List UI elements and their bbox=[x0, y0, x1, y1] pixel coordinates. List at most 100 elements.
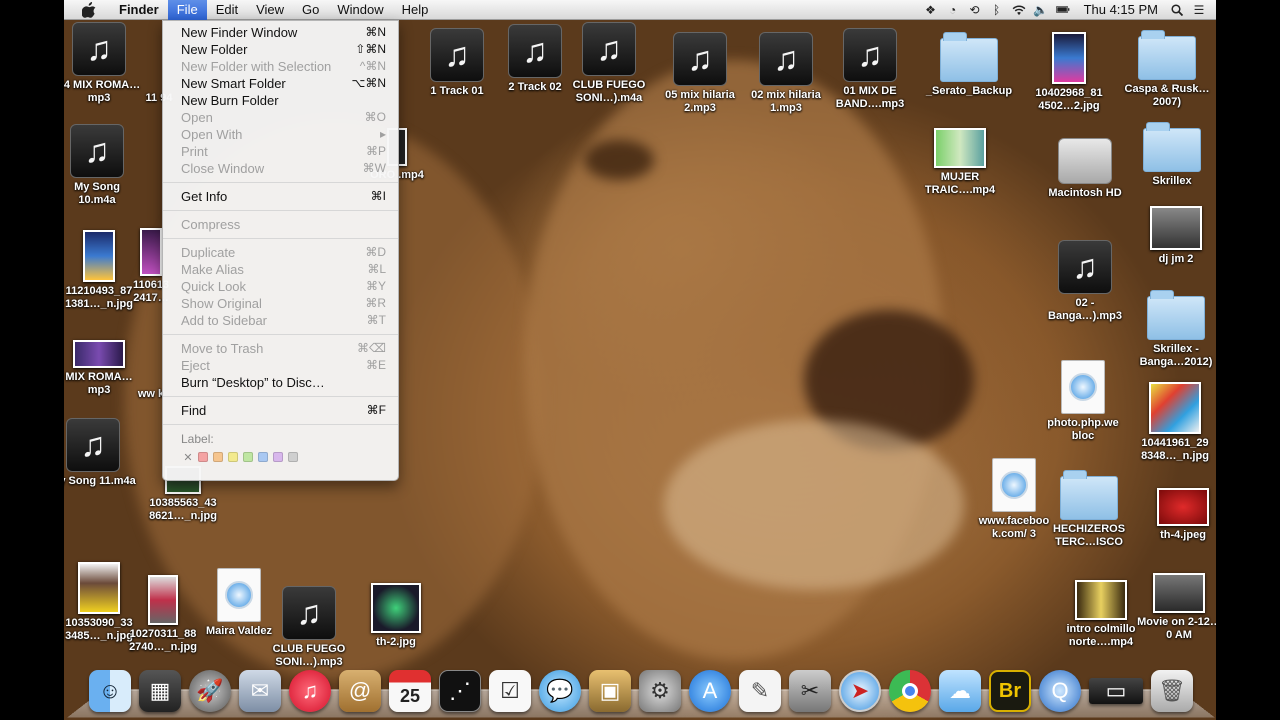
menu-go[interactable]: Go bbox=[293, 0, 328, 20]
label-swatch-red[interactable] bbox=[198, 452, 208, 462]
desktop-icon-label: 05 mix hilaria 2.mp3 bbox=[665, 89, 735, 114]
desktop-icon[interactable]: ♫ CLUB FUEGO SONI…).m4a bbox=[566, 22, 652, 105]
battery-icon[interactable] bbox=[1055, 3, 1070, 17]
desktop-icon[interactable]: Movie on 2-12…0 AM bbox=[1136, 573, 1216, 642]
menu-item-open: Open ⌘O bbox=[181, 110, 386, 125]
desktop-icon[interactable]: 10270311_88 2740…_n.jpg bbox=[120, 575, 206, 654]
reminders-icon[interactable]: ☑ bbox=[489, 670, 531, 712]
label-swatch-blue[interactable] bbox=[258, 452, 268, 462]
desktop-icon[interactable]: HECHIZEROS TERC…ISCO bbox=[1046, 468, 1132, 549]
desktop-icon[interactable]: photo.php.we bloc bbox=[1040, 360, 1126, 443]
calendar-day: 25 bbox=[399, 685, 421, 706]
desktop-icon[interactable]: ♫ 05 mix hilaria 2.mp3 bbox=[657, 32, 743, 115]
menu-item-new-finder-window[interactable]: New Finder Window ⌘N bbox=[163, 24, 398, 41]
desktop-icon[interactable]: Skrillex - Banga…2012) bbox=[1133, 288, 1216, 369]
desktop-icon[interactable]: th-2.jpg bbox=[353, 583, 439, 649]
desktop-icon[interactable]: MIX ROMA…mp3 bbox=[64, 340, 142, 397]
desktop-icon[interactable]: Macintosh HD bbox=[1042, 138, 1128, 200]
desktop-icon[interactable]: ♫ 01 MIX DE BAND….mp3 bbox=[827, 28, 913, 111]
chrome-icon[interactable] bbox=[889, 670, 931, 712]
mission-control-icon[interactable]: ⋰ bbox=[439, 670, 481, 712]
webloc-file-icon bbox=[217, 568, 261, 622]
label-swatch-green[interactable] bbox=[243, 452, 253, 462]
label-swatch-purple[interactable] bbox=[273, 452, 283, 462]
menu-separator bbox=[163, 396, 398, 397]
mail-icon[interactable]: ✉ bbox=[239, 670, 281, 712]
desktop-icon[interactable]: 11210493_87 1381…_n.jpg bbox=[64, 230, 142, 311]
search-icon[interactable] bbox=[1170, 3, 1184, 17]
desktop-icon-label: HECHIZEROS TERC…ISCO bbox=[1052, 523, 1126, 548]
menu-file[interactable]: File bbox=[167, 0, 207, 20]
system-preferences-icon[interactable]: ⚙ bbox=[639, 670, 681, 712]
label-swatch-orange[interactable] bbox=[213, 452, 223, 462]
desktop-icon-label: Movie on 2-12…0 AM bbox=[1137, 616, 1216, 641]
menu-item-new-burn-folder[interactable]: New Burn Folder bbox=[163, 92, 398, 109]
finder-icon[interactable]: ☺ bbox=[89, 670, 131, 712]
desktop-icon[interactable]: ♫ 02 mix hilaria 1.mp3 bbox=[743, 32, 829, 115]
desktop-icon[interactable]: _Serato_Backup bbox=[926, 30, 1012, 98]
menu-item-new-folder[interactable]: New Folder ⇧⌘N bbox=[163, 41, 398, 58]
safari-icon[interactable]: ➤ bbox=[839, 670, 881, 712]
desktop-icon[interactable]: 10441961_29 8348…_n.jpg bbox=[1132, 382, 1216, 463]
app-store-icon[interactable]: A bbox=[689, 670, 731, 712]
desktop-icon[interactable]: 10402968_81 4502…2.jpg bbox=[1026, 32, 1112, 113]
menu-edit[interactable]: Edit bbox=[207, 0, 247, 20]
menu-help[interactable]: Help bbox=[393, 0, 438, 20]
menu-item-burn-desktop[interactable]: Burn “Desktop” to Disc… bbox=[163, 374, 398, 391]
apple-menu-icon[interactable] bbox=[80, 1, 98, 19]
menubar-clock[interactable]: Thu 4:15 PM bbox=[1084, 2, 1158, 17]
menu-item-new-smart-folder[interactable]: New Smart Folder ⌥⌘N bbox=[163, 75, 398, 92]
desktop-icon-label: 10402968_81 4502…2.jpg bbox=[1035, 87, 1103, 112]
preview-icon[interactable]: ▣ bbox=[589, 670, 631, 712]
menu-item-print: Print ⌘P bbox=[181, 144, 386, 159]
menu-item-open-with: Open With ▸ bbox=[181, 127, 386, 142]
contacts-icon[interactable]: @ bbox=[339, 670, 381, 712]
menu-item-find[interactable]: Find ⌘F bbox=[163, 402, 398, 419]
desktop-icon-label: 04 MIX ROMA…mp3 bbox=[64, 79, 141, 104]
textedit-icon[interactable]: ✎ bbox=[739, 670, 781, 712]
bridge-icon[interactable]: Br bbox=[989, 670, 1031, 712]
desktop-icon-label: ww k bbox=[137, 388, 165, 400]
desktop-icon[interactable]: ♫ My Song 10.m4a bbox=[64, 124, 140, 207]
desktop-icon[interactable]: ♫ 04 MIX ROMA…mp3 bbox=[64, 22, 142, 105]
screen-icon[interactable]: ▭ bbox=[1089, 678, 1143, 704]
wifi-icon[interactable] bbox=[1012, 3, 1026, 17]
music-file-icon: ♫ bbox=[70, 124, 124, 178]
desktop-icon[interactable]: Caspa & Rusk…2007) bbox=[1124, 28, 1210, 109]
menu-item-get-info[interactable]: Get Info ⌘I bbox=[163, 188, 398, 205]
dropbox-icon[interactable]: ❖ bbox=[924, 3, 938, 17]
menu-window[interactable]: Window bbox=[328, 0, 392, 20]
itunes-icon[interactable]: ♫ bbox=[289, 670, 331, 712]
gauge-icon[interactable]: ◔ bbox=[946, 3, 960, 17]
time-machine-icon[interactable]: ⟲ bbox=[968, 3, 982, 17]
messages-icon[interactable]: 💬 bbox=[539, 670, 581, 712]
launchpad-icon[interactable]: 🚀 bbox=[189, 670, 231, 712]
icloud-icon[interactable]: ☁ bbox=[939, 670, 981, 712]
image-thumbnail-icon bbox=[140, 228, 162, 276]
desktop-icon[interactable]: ♫ My Song 11.m4a bbox=[64, 418, 136, 488]
list-icon[interactable]: ☰ bbox=[1192, 3, 1206, 17]
desktop-icon[interactable]: MUJER TRAIC….mp4 bbox=[917, 128, 1003, 197]
desktop-icon-label: 11210493_87 1381…_n.jpg bbox=[65, 285, 133, 310]
quicktime-icon[interactable]: Q bbox=[1039, 670, 1081, 712]
label-swatch-gray[interactable] bbox=[288, 452, 298, 462]
utilities-icon[interactable]: ✂ bbox=[789, 670, 831, 712]
dashboard-icon[interactable]: ▦ bbox=[139, 670, 181, 712]
desktop-icon[interactable]: intro colmillo norte….mp4 bbox=[1058, 580, 1144, 649]
desktop-icon[interactable]: ♫ 1 Track 01 bbox=[414, 28, 500, 98]
volume-icon[interactable]: 🔈 bbox=[1033, 3, 1048, 17]
bluetooth-icon[interactable]: ᛒ bbox=[990, 3, 1004, 17]
label-swatch-yellow[interactable] bbox=[228, 452, 238, 462]
desktop-icon[interactable]: www.faceboo k.com/ 3 bbox=[971, 458, 1057, 541]
calendar-icon[interactable]: 25 bbox=[389, 670, 431, 712]
desktop-icon[interactable]: th-4.jpeg bbox=[1140, 488, 1216, 542]
desktop-icon[interactable]: dj jm 2 bbox=[1133, 206, 1216, 266]
menu-finder[interactable]: Finder bbox=[110, 0, 168, 20]
desktop-icon[interactable]: Skrillex bbox=[1129, 120, 1215, 188]
label-none-icon[interactable]: ✕ bbox=[183, 451, 193, 464]
menu-view[interactable]: View bbox=[247, 0, 293, 20]
trash-icon[interactable]: 🗑 bbox=[1151, 670, 1193, 712]
desktop-icon[interactable]: ♫ 02 - Banga…).mp3 bbox=[1042, 240, 1128, 323]
desktop-icon[interactable]: ♫ CLUB FUEGO SONI…).mp3 bbox=[266, 586, 352, 669]
desktop-icon-label: intro colmillo norte….mp4 bbox=[1066, 623, 1136, 648]
